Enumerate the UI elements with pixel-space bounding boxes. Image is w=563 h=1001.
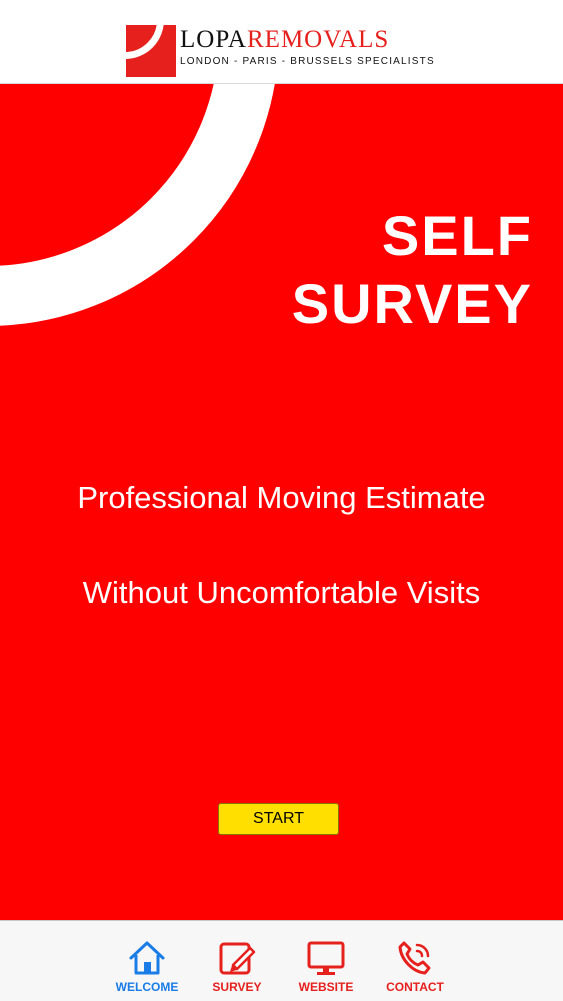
tab-survey[interactable]: SURVEY bbox=[192, 939, 282, 994]
monitor-icon bbox=[307, 941, 345, 975]
edit-icon bbox=[219, 942, 256, 975]
brand-name-lopa: LOPA bbox=[180, 26, 247, 53]
decorative-arc bbox=[0, 84, 279, 326]
home-icon bbox=[129, 941, 165, 975]
logo-text: LOPAREMOVALS LONDON - PARIS - BRUSSELS S… bbox=[180, 25, 435, 67]
title-line-1: SELF bbox=[381, 204, 533, 267]
lopa-removals-logo: LOPAREMOVALS LONDON - PARIS - BRUSSELS S… bbox=[126, 25, 435, 79]
hero-panel: SELF SURVEY Professional Moving Estimate… bbox=[0, 84, 563, 920]
tab-welcome[interactable]: WELCOME bbox=[102, 939, 192, 994]
page-title: SELF SURVEY bbox=[292, 202, 533, 338]
tab-welcome-label: WELCOME bbox=[115, 980, 179, 994]
brand-name: LOPAREMOVALS bbox=[180, 25, 435, 55]
tab-website[interactable]: WEBSITE bbox=[281, 939, 371, 994]
bottom-tab-bar: WELCOME SURVEY WEBSITE CONTACT bbox=[0, 920, 563, 1001]
start-button[interactable]: START bbox=[218, 803, 339, 835]
brand-name-removals: REMOVALS bbox=[247, 26, 390, 53]
tab-contact-label: CONTACT bbox=[386, 980, 444, 994]
phone-icon bbox=[398, 941, 431, 975]
tab-contact[interactable]: CONTACT bbox=[370, 939, 460, 994]
app-header: LOPAREMOVALS LONDON - PARIS - BRUSSELS S… bbox=[0, 0, 563, 84]
tab-survey-label: SURVEY bbox=[212, 980, 262, 994]
title-line-2: SURVEY bbox=[291, 272, 533, 335]
logo-mark-icon bbox=[126, 25, 176, 77]
tagline-2: Without Uncomfortable Visits bbox=[82, 575, 481, 610]
tagline-1: Professional Moving Estimate bbox=[77, 480, 486, 515]
tab-website-label: WEBSITE bbox=[298, 980, 354, 994]
brand-subtitle: LONDON - PARIS - BRUSSELS SPECIALISTS bbox=[180, 56, 435, 67]
